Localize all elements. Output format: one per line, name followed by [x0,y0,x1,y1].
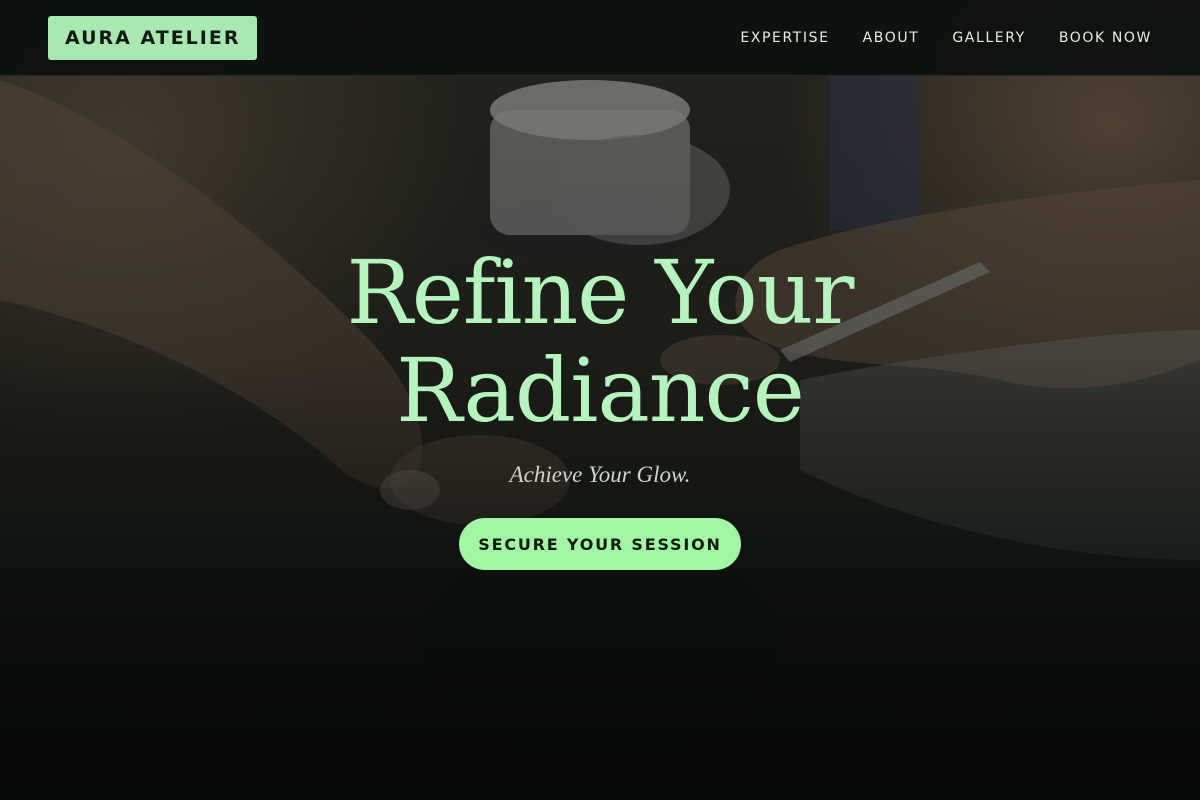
nav-link-book-now[interactable]: BOOK NOW [1059,30,1152,46]
main-nav: EXPERTISE ABOUT GALLERY BOOK NOW [740,30,1152,46]
nav-link-expertise[interactable]: EXPERTISE [740,30,829,46]
secure-session-button[interactable]: SECURE YOUR SESSION [459,518,741,570]
hero-section: Refine Your Radiance Achieve Your Glow. … [0,0,1200,800]
hero-title-line-1: Refine Your [346,241,855,344]
hero-title-line-2: Radiance [396,339,805,442]
landing-page: AURA ATELIER EXPERTISE ABOUT GALLERY BOO… [0,0,1200,800]
hero-subtitle: Achieve Your Glow. [509,462,691,487]
brand-logo[interactable]: AURA ATELIER [48,15,258,60]
nav-link-about[interactable]: ABOUT [863,30,920,46]
site-header: AURA ATELIER EXPERTISE ABOUT GALLERY BOO… [0,0,1200,76]
hero-title: Refine Your Radiance [0,244,1200,440]
nav-link-gallery[interactable]: GALLERY [952,30,1025,46]
